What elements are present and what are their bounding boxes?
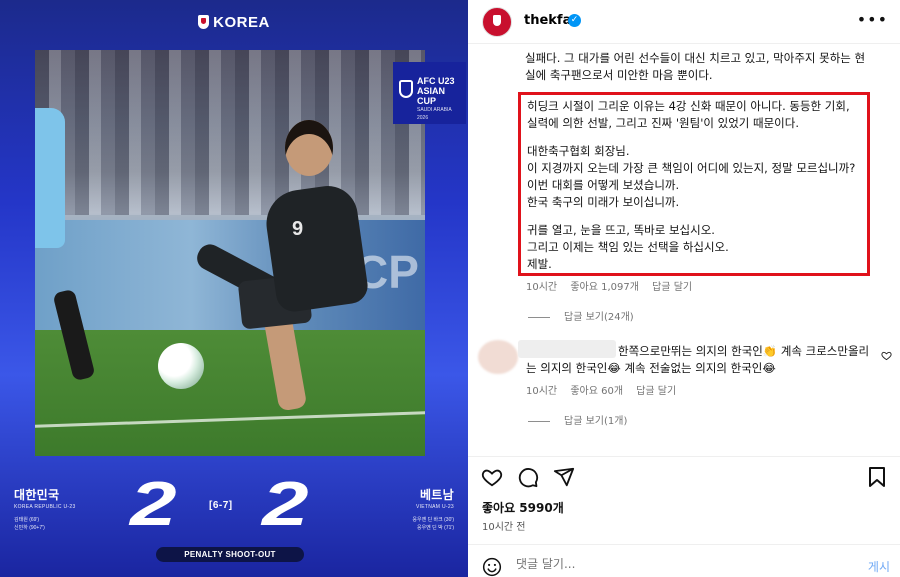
username-link[interactable]: thekfa xyxy=(524,13,571,28)
comment1-meta: 10시간 좋아요 1,097개 답글 달기 xyxy=(526,279,702,296)
pitch xyxy=(35,330,425,456)
home-team-block: 대한민국 KOREA REPUBLIC U-23 김태원 (69') 신민하 (… xyxy=(14,486,76,532)
post-comment-button[interactable]: 게시 xyxy=(868,558,890,575)
player-head xyxy=(285,120,333,176)
save-bookmark-icon[interactable] xyxy=(867,466,887,488)
penalty-score: [6-7] xyxy=(209,500,233,511)
away-team-name: 베트남 xyxy=(419,488,454,502)
kfa-shield-icon xyxy=(198,15,210,29)
comment1-likes[interactable]: 좋아요 1,097개 xyxy=(570,282,639,293)
caption-paragraph: 히딩크 시절이 그리운 이유는 4강 신화 때문이 아니다. 동등한 기회, 실… xyxy=(527,99,850,130)
home-scorer: 김태원 (69') xyxy=(14,517,40,523)
afc-u23-badge: AFC U23 ASIAN CUP SAUDI ARABIA 2026 xyxy=(393,62,466,124)
comment2-text: 한쪽으로만뛰는 의지의 한국인👏 계속 크로스만올리는 의지의 한국인😂 계속 … xyxy=(526,344,870,375)
jersey-number: 9 xyxy=(292,218,304,240)
comment-heart-icon[interactable] xyxy=(881,350,892,361)
comment2-time: 10시간 xyxy=(526,386,558,397)
comments-scroll-area[interactable]: 실패다. 그 대가를 어린 선수들이 대신 치르고 있고, 막아주지 못하는 현… xyxy=(468,45,900,455)
comment2-likes[interactable]: 좋아요 60개 xyxy=(570,386,623,397)
post-panel: thekfa ✓ ••• 실패다. 그 대가를 어린 선수들이 대신 치르고 있… xyxy=(468,0,900,577)
likes-count[interactable]: 좋아요 5990개 xyxy=(482,499,564,516)
away-scorer: 응우옌 딘 박 (71') xyxy=(416,525,454,531)
player-jersey xyxy=(262,182,370,314)
emoji-icon[interactable] xyxy=(482,557,502,577)
afc-trophy-icon xyxy=(399,80,413,98)
post-timestamp[interactable]: 10시간 전 xyxy=(482,518,526,533)
comment-composer: 게시 xyxy=(468,544,900,577)
more-options-icon[interactable]: ••• xyxy=(857,10,888,30)
caption-paragraph: 대한축구협회 회장님. 이 지경까지 오는데 가장 큰 책임이 어디에 있는지,… xyxy=(527,144,856,209)
comment2-meta: 10시간 좋아요 60개 답글 달기 xyxy=(526,383,686,400)
football xyxy=(158,343,204,389)
caption-text: 실패다. 그 대가를 어린 선수들이 대신 치르고 있고, 막아주지 못하는 현… xyxy=(525,51,866,82)
comment1-time: 10시간 xyxy=(526,282,558,293)
avatar[interactable] xyxy=(482,7,512,37)
crowd-stands xyxy=(35,50,425,215)
verified-badge-icon: ✓ xyxy=(568,14,581,27)
home-scorers: 김태원 (69') 신민하 (90+7') xyxy=(14,516,76,532)
post-image[interactable]: KOREA CP 9 AFC U23 ASIAN CUP SAUDI ARABI… xyxy=(0,0,468,577)
clipped-comment xyxy=(482,447,882,455)
comment-input[interactable] xyxy=(516,555,836,573)
away-team-block: 베트남 VIETNAM U-23 응우옌 딘 바크 (30') 응우옌 딘 박 … xyxy=(412,486,454,532)
caption-paragraph: 귀를 열고, 눈을 뜨고, 똑바로 보십시오. 그리고 이제는 책임 있는 선택… xyxy=(527,223,729,271)
brand-label: KOREA xyxy=(213,14,270,31)
badge-line3: SAUDI ARABIA 2026 xyxy=(417,107,452,121)
referee-figure xyxy=(35,108,65,248)
comment1-reply-button[interactable]: 답글 달기 xyxy=(652,282,692,293)
badge-line1: AFC U23 xyxy=(417,76,455,86)
like-heart-icon[interactable] xyxy=(481,466,503,488)
post-header: thekfa ✓ ••• xyxy=(468,0,900,44)
view-replies-button[interactable]: 답글 보기(24개) xyxy=(528,309,634,326)
home-score: 2 xyxy=(129,470,177,539)
away-team-sub: VIETNAM U-23 xyxy=(415,504,454,510)
highlighted-caption-box: 히딩크 시절이 그리운 이유는 4강 신화 때문이 아니다. 동등한 기회, 실… xyxy=(518,92,870,276)
away-score: 2 xyxy=(261,470,309,539)
shootout-label: PENALTY SHOOT-OUT xyxy=(156,547,304,562)
away-scorers: 응우옌 딘 바크 (30') 응우옌 딘 박 (71') xyxy=(412,516,454,532)
commenter-avatar[interactable] xyxy=(478,340,518,374)
home-team-name: 대한민국 xyxy=(14,488,60,502)
share-icon[interactable] xyxy=(553,466,575,488)
kfa-brand-header: KOREA xyxy=(0,14,468,31)
home-team-sub: KOREA REPUBLIC U-23 xyxy=(14,504,76,510)
comment2-reply-button[interactable]: 답글 달기 xyxy=(636,386,676,397)
away-scorer: 응우옌 딘 바크 (30') xyxy=(412,517,454,523)
comment-icon[interactable] xyxy=(517,466,539,488)
action-bar xyxy=(468,456,900,496)
home-scorer: 신민하 (90+7') xyxy=(14,525,45,531)
view-replies-button[interactable]: 답글 보기(1개) xyxy=(528,413,627,430)
badge-line2: ASIAN CUP xyxy=(417,86,446,106)
match-photo: CP 9 xyxy=(35,50,425,456)
